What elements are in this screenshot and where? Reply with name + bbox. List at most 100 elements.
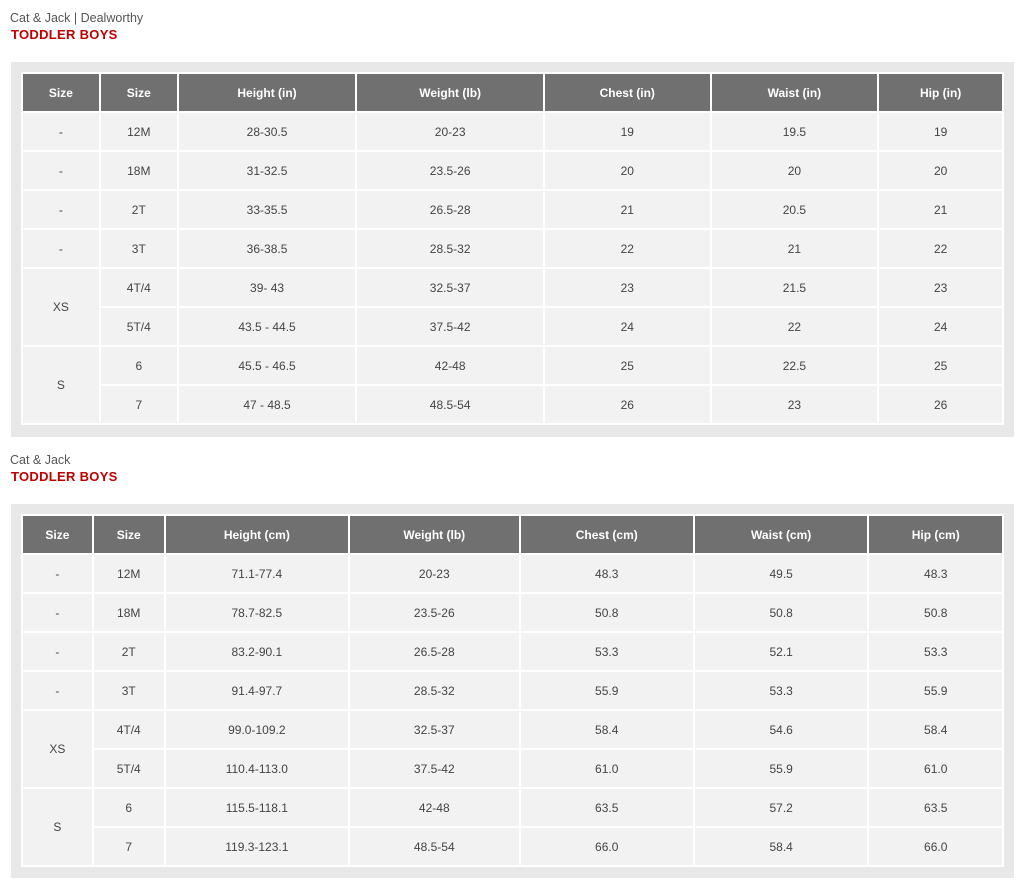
hip-cell: 55.9 [869, 672, 1002, 709]
size-chart-inches-table: Size Size Height (in) Weight (lb) Chest (in)… [21, 72, 1004, 425]
header-row: Size Size Height (in) Weight (lb) Chest (in)… [23, 74, 1002, 111]
waist-cell: 54.6 [694, 711, 868, 748]
column-header-waist: Waist (in) [711, 74, 878, 111]
waist-cell: 23 [711, 386, 878, 423]
chest-cell: 25 [544, 347, 710, 384]
chest-cell: 26 [544, 386, 710, 423]
size-chart-inches-panel: Size Size Height (in) Weight (lb) Chest (in)… [11, 62, 1014, 437]
hip-cell: 58.4 [869, 711, 1002, 748]
column-header-size: Size [100, 74, 177, 111]
size-cell: 2T [100, 191, 177, 228]
size-group-cell: - [23, 633, 92, 670]
size-group-cell: - [23, 672, 92, 709]
column-header-weight: Weight (lb) [350, 516, 519, 553]
table-row: XS 4T/4 39- 43 32.5-37 23 21.5 23 [23, 269, 1002, 345]
size-group-cell: - [23, 113, 99, 150]
weight-cell: 23.5-26 [357, 152, 543, 189]
chest-cell: 61.0 [520, 750, 693, 787]
size-cell: 18M [93, 594, 164, 631]
column-header-height: Height (in) [178, 74, 356, 111]
waist-cell: 55.9 [694, 750, 868, 787]
weight-cell: 20-23 [350, 555, 519, 592]
table-row: -3T 36-38.5 28.5-32 22 21 22 [23, 230, 1002, 267]
hip-cell: 48.3 [869, 555, 1002, 592]
column-header-waist: Waist (cm) [694, 516, 868, 553]
table-row: 7 47 - 48.5 48.5-54 26 23 26 [23, 386, 1002, 423]
table-row: -18M 31-32.5 23.5-26 20 20 20 [23, 152, 1002, 189]
weight-cell: 28.5-32 [350, 672, 519, 709]
section-subtitle: TODDLER BOYS [11, 469, 118, 484]
chest-cell: 19 [544, 113, 710, 150]
column-header-chest: Chest (in) [544, 74, 710, 111]
hip-cell: 61.0 [869, 750, 1002, 787]
size-group-cell: - [23, 152, 99, 189]
brand-title: Cat & Jack | Dealworthy [10, 11, 144, 25]
waist-cell: 50.8 [694, 594, 868, 631]
table-row: -12M 28-30.5 20-23 19 19.5 19 [23, 113, 1002, 150]
size-group-cell: XS [23, 269, 99, 345]
column-header-height: Height (cm) [165, 516, 349, 553]
hip-cell: 50.8 [869, 594, 1002, 631]
size-cell: 3T [93, 672, 164, 709]
hip-cell: 22 [879, 230, 1002, 267]
weight-cell: 42-48 [350, 789, 519, 826]
hip-cell: 21 [879, 191, 1002, 228]
size-group-cell: - [23, 594, 92, 631]
chest-cell: 63.5 [520, 789, 693, 826]
size-cell: 6 [93, 789, 164, 826]
height-cell: 119.3-123.1 [165, 828, 349, 865]
waist-cell: 52.1 [694, 633, 868, 670]
weight-cell: 26.5-28 [357, 191, 543, 228]
chest-cell: 53.3 [520, 633, 693, 670]
chest-cell: 20 [544, 152, 710, 189]
hip-cell: 63.5 [869, 789, 1002, 826]
size-cell: 3T [100, 230, 177, 267]
chest-cell: 24 [544, 308, 710, 345]
waist-cell: 57.2 [694, 789, 868, 826]
column-header-size-group: Size [23, 74, 99, 111]
weight-cell: 42-48 [357, 347, 543, 384]
hip-cell: 23 [879, 269, 1002, 306]
section-subtitle: TODDLER BOYS [11, 27, 118, 42]
size-group-cell: - [23, 555, 92, 592]
column-header-size-group: Size [23, 516, 92, 553]
hip-cell: 26 [879, 386, 1002, 423]
hip-cell: 20 [879, 152, 1002, 189]
column-header-size: Size [93, 516, 164, 553]
weight-cell: 20-23 [357, 113, 543, 150]
height-cell: 78.7-82.5 [165, 594, 349, 631]
table-row: -2T 83.2-90.1 26.5-28 53.3 52.1 53.3 [23, 633, 1002, 670]
hip-cell: 66.0 [869, 828, 1002, 865]
weight-cell: 26.5-28 [350, 633, 519, 670]
table-row: -2T 33-35.5 26.5-28 21 20.5 21 [23, 191, 1002, 228]
weight-cell: 32.5-37 [357, 269, 543, 306]
weight-cell: 32.5-37 [350, 711, 519, 748]
table-row: 5T/4 43.5 - 44.5 37.5-42 24 22 24 [23, 308, 1002, 345]
waist-cell: 58.4 [694, 828, 868, 865]
height-cell: 28-30.5 [178, 113, 356, 150]
size-chart-cm-panel: Size Size Height (cm) Weight (lb) Chest (cm)… [11, 504, 1014, 878]
size-group-cell: S [23, 347, 99, 423]
brand-title: Cat & Jack [10, 453, 71, 467]
height-cell: 33-35.5 [178, 191, 356, 228]
height-cell: 45.5 - 46.5 [178, 347, 356, 384]
header-row: Size Size Height (cm) Weight (lb) Chest (cm)… [23, 516, 1002, 553]
waist-cell: 53.3 [694, 672, 868, 709]
weight-cell: 23.5-26 [350, 594, 519, 631]
weight-cell: 48.5-54 [350, 828, 519, 865]
chest-cell: 55.9 [520, 672, 693, 709]
size-group-cell: - [23, 230, 99, 267]
height-cell: 110.4-113.0 [165, 750, 349, 787]
height-cell: 71.1-77.4 [165, 555, 349, 592]
table-row: XS 4T/4 99.0-109.2 32.5-37 58.4 54.6 58.4 [23, 711, 1002, 787]
chest-cell: 58.4 [520, 711, 693, 748]
height-cell: 99.0-109.2 [165, 711, 349, 748]
size-group-cell: XS [23, 711, 92, 787]
column-header-hip: Hip (in) [879, 74, 1002, 111]
waist-cell: 49.5 [694, 555, 868, 592]
size-group-cell: - [23, 191, 99, 228]
size-chart-cm-table: Size Size Height (cm) Weight (lb) Chest (cm)… [21, 514, 1004, 867]
chest-cell: 22 [544, 230, 710, 267]
size-cell: 4T/4 [93, 711, 164, 748]
height-cell: 36-38.5 [178, 230, 356, 267]
